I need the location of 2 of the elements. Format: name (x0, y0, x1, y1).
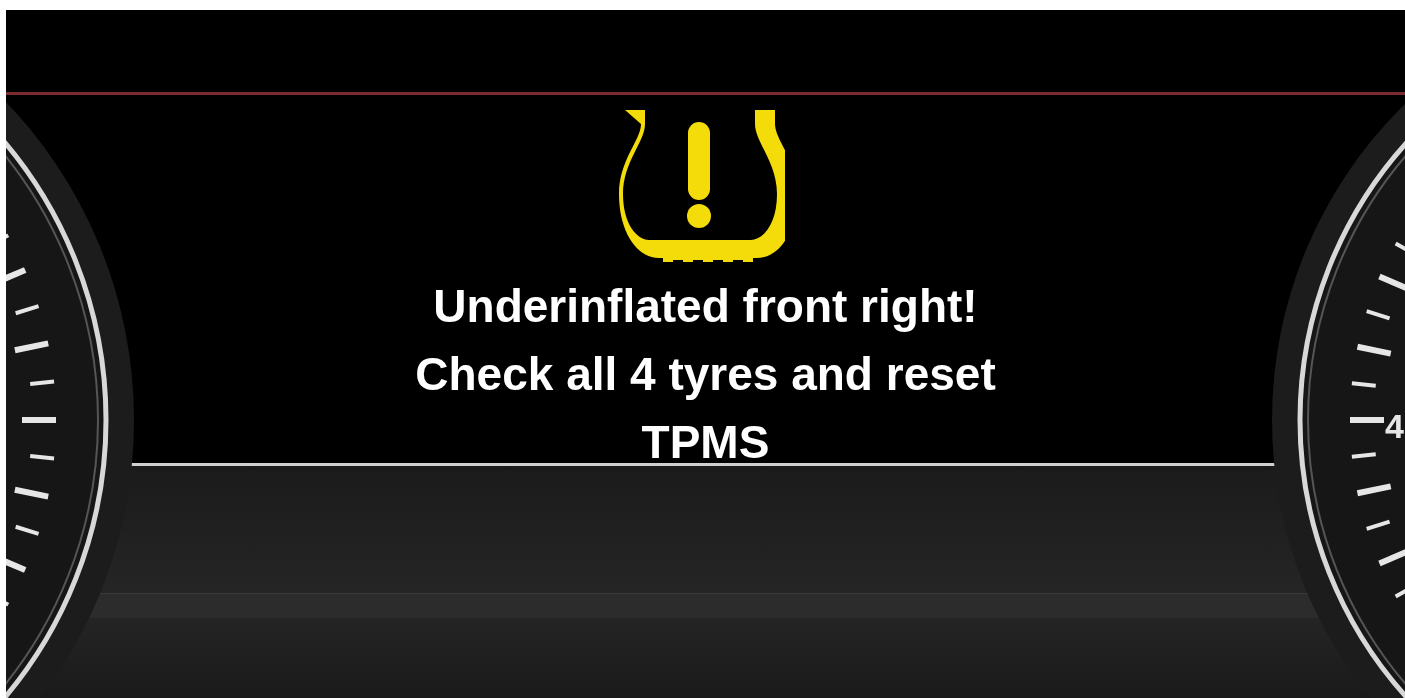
gauge-number: 4 (1385, 407, 1404, 445)
warning-message: Underinflated front right! Check all 4 tyres and reset TPMS (415, 279, 996, 470)
